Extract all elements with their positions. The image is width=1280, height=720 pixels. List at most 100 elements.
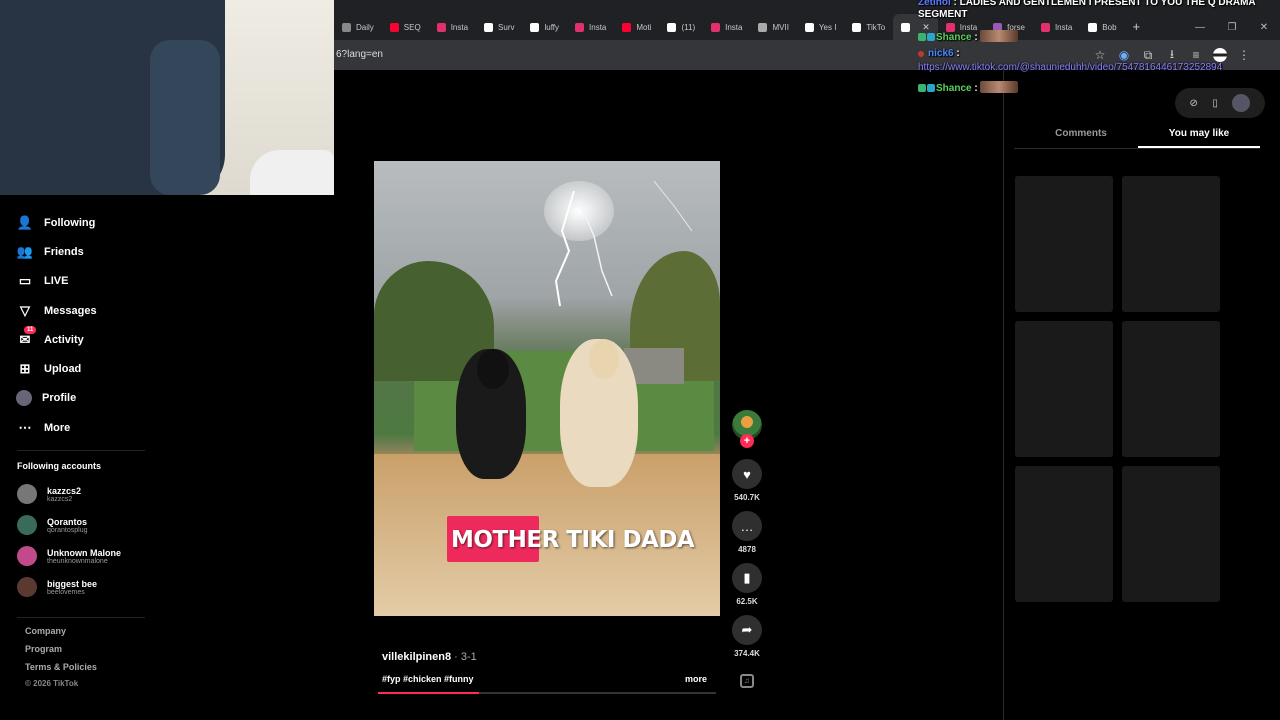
menu-dots-icon[interactable]: ⋮ [1236, 45, 1252, 65]
suggested-video-thumbnail[interactable] [1122, 321, 1220, 457]
upload-icon: ⊞ [19, 361, 31, 376]
sidebar-item-following[interactable]: 👤 Following [16, 214, 95, 232]
following-account[interactable]: kazzcs2 kazzcs2 [17, 484, 81, 504]
panel-divider [1003, 70, 1004, 720]
following-account[interactable]: biggest bee beelovemes [17, 577, 97, 597]
sidebar-item-profile[interactable]: Profile [16, 390, 76, 406]
sidebar-divider [17, 617, 145, 618]
video-player[interactable]: MOTHER TIKI DADA [374, 161, 720, 616]
sidebar-item-activity[interactable]: ✉ 11 Activity [16, 326, 84, 349]
tab-label: SEQ [403, 22, 421, 32]
chat-badge-icon [918, 84, 926, 92]
suggested-video-thumbnail[interactable] [1015, 176, 1113, 312]
user-avatar[interactable] [1232, 94, 1251, 112]
account-handle: theunknownmalone [47, 557, 108, 565]
tab-favicon-icon [1088, 22, 1098, 32]
account-name: Unknown Malone [47, 547, 121, 558]
tab-label: TikTo [866, 22, 886, 32]
browser-tab[interactable]: Moti [614, 14, 659, 40]
tab-favicon-icon [622, 22, 632, 32]
new-tab-icon[interactable]: + [1125, 14, 1149, 40]
footer-terms-link[interactable]: Terms & Policies [25, 662, 97, 672]
chat-message: Shance : [918, 81, 1019, 94]
chat-link[interactable]: https://www.tiktok.com/@shaunieduhh/vide… [918, 62, 1222, 73]
sidebar-item-friends[interactable]: 👥 Friends [16, 243, 84, 261]
browser-tab[interactable]: luffy [522, 14, 567, 40]
sidebar-divider [17, 450, 145, 451]
music-disc-icon[interactable]: ♫ [740, 674, 754, 688]
browser-tab[interactable]: Insta [703, 14, 750, 40]
compass-icon[interactable]: ⊘ [1190, 98, 1198, 109]
account-name: Qorantos [47, 516, 88, 527]
follow-plus-icon[interactable]: + [740, 434, 754, 448]
tab-favicon-icon [758, 22, 768, 32]
tab-you-may-like[interactable]: You may like [1138, 128, 1260, 139]
tab-favicon-icon [1040, 22, 1050, 32]
comment-button[interactable]: … 4878 [730, 511, 764, 554]
share-count: 374.4K [734, 649, 760, 658]
activity-icon: ✉ 11 [16, 326, 37, 349]
browser-tab[interactable]: Insta [429, 14, 476, 40]
tab-label: Moti [636, 22, 652, 32]
video-author[interactable]: villekilpinen8 · 3-1 [382, 651, 477, 663]
browser-tab[interactable]: Insta [1033, 14, 1080, 40]
following-accounts-title: Following accounts [17, 461, 102, 471]
tab-favicon-icon [484, 22, 494, 32]
tab-comments[interactable]: Comments [1020, 128, 1142, 139]
browser-tab[interactable]: Bob [1080, 14, 1124, 40]
following-icon: 👤 [16, 215, 34, 230]
chat-username: Shance [936, 83, 972, 94]
chat-badge-icon [918, 51, 924, 57]
browser-tab[interactable]: SEQ [382, 14, 429, 40]
sidebar-item-messages[interactable]: ▽ Messages [16, 302, 97, 320]
account-handle: qorantosplug [47, 526, 88, 534]
tab-favicon-icon [575, 22, 585, 32]
video-hashtags[interactable]: #fyp #chicken #funny [382, 674, 474, 684]
sidebar-item-live[interactable]: ▭ LIVE [16, 272, 69, 290]
video-date: · 3-1 [451, 651, 477, 663]
chat-emote [980, 81, 1019, 93]
following-account[interactable]: Qorantos qorantosplug [17, 515, 87, 535]
following-account[interactable]: Unknown Malone theunknownmalone [17, 546, 121, 566]
tab-label: Insta [725, 22, 743, 32]
browser-tab[interactable]: MVII [750, 14, 796, 40]
tab-favicon-icon [804, 22, 814, 32]
like-button[interactable]: ♥ 540.7K [730, 459, 764, 502]
messages-icon: ▽ [20, 303, 30, 318]
share-button[interactable]: ➦ 374.4K [730, 615, 764, 658]
suggested-video-thumbnail[interactable] [1015, 321, 1113, 457]
sidebar-item-label: LIVE [44, 275, 69, 287]
browser-tab[interactable]: Yes I [797, 14, 845, 40]
more-icon: ⋯ [18, 420, 32, 435]
chat-username: Zetinol [918, 0, 951, 8]
sidebar-item-label: Following [44, 217, 96, 229]
save-button[interactable]: ▮ 62.5K [730, 563, 764, 606]
tab-label: Yes I [818, 22, 837, 32]
tab-label: Insta [1054, 22, 1073, 32]
tab-label: (11) [681, 22, 696, 32]
browser-tab[interactable]: Insta [567, 14, 614, 40]
browser-tab[interactable]: (11) [659, 14, 703, 40]
avatar [17, 577, 37, 597]
maximize-icon[interactable]: ❐ [1216, 22, 1248, 33]
browser-tab[interactable]: Surv [476, 14, 522, 40]
close-window-icon[interactable]: ✕ [1248, 22, 1280, 33]
sidebar-item-label: Upload [44, 363, 82, 375]
chat-emote [980, 30, 1019, 42]
browser-tab[interactable]: TikTo [844, 14, 893, 40]
more-button[interactable]: more [685, 674, 707, 684]
suggested-video-thumbnail[interactable] [1122, 466, 1220, 602]
footer-company-link[interactable]: Company [25, 626, 66, 636]
sidebar-item-upload[interactable]: ⊞ Upload [16, 360, 82, 378]
account-handle: kazzcs2 [47, 495, 73, 503]
url-field[interactable]: 6?lang=en [336, 49, 383, 60]
sidebar-item-label: Messages [44, 305, 97, 317]
footer-program-link[interactable]: Program [25, 644, 62, 654]
device-icon[interactable]: ▯ [1212, 98, 1218, 109]
browser-tab[interactable]: Daily [334, 14, 382, 40]
suggested-video-thumbnail[interactable] [1122, 176, 1220, 312]
minimize-icon[interactable]: — [1184, 22, 1216, 33]
suggested-video-thumbnail[interactable] [1015, 466, 1113, 602]
tab-favicon-icon [436, 22, 446, 32]
sidebar-item-more[interactable]: ⋯ More [16, 419, 71, 437]
